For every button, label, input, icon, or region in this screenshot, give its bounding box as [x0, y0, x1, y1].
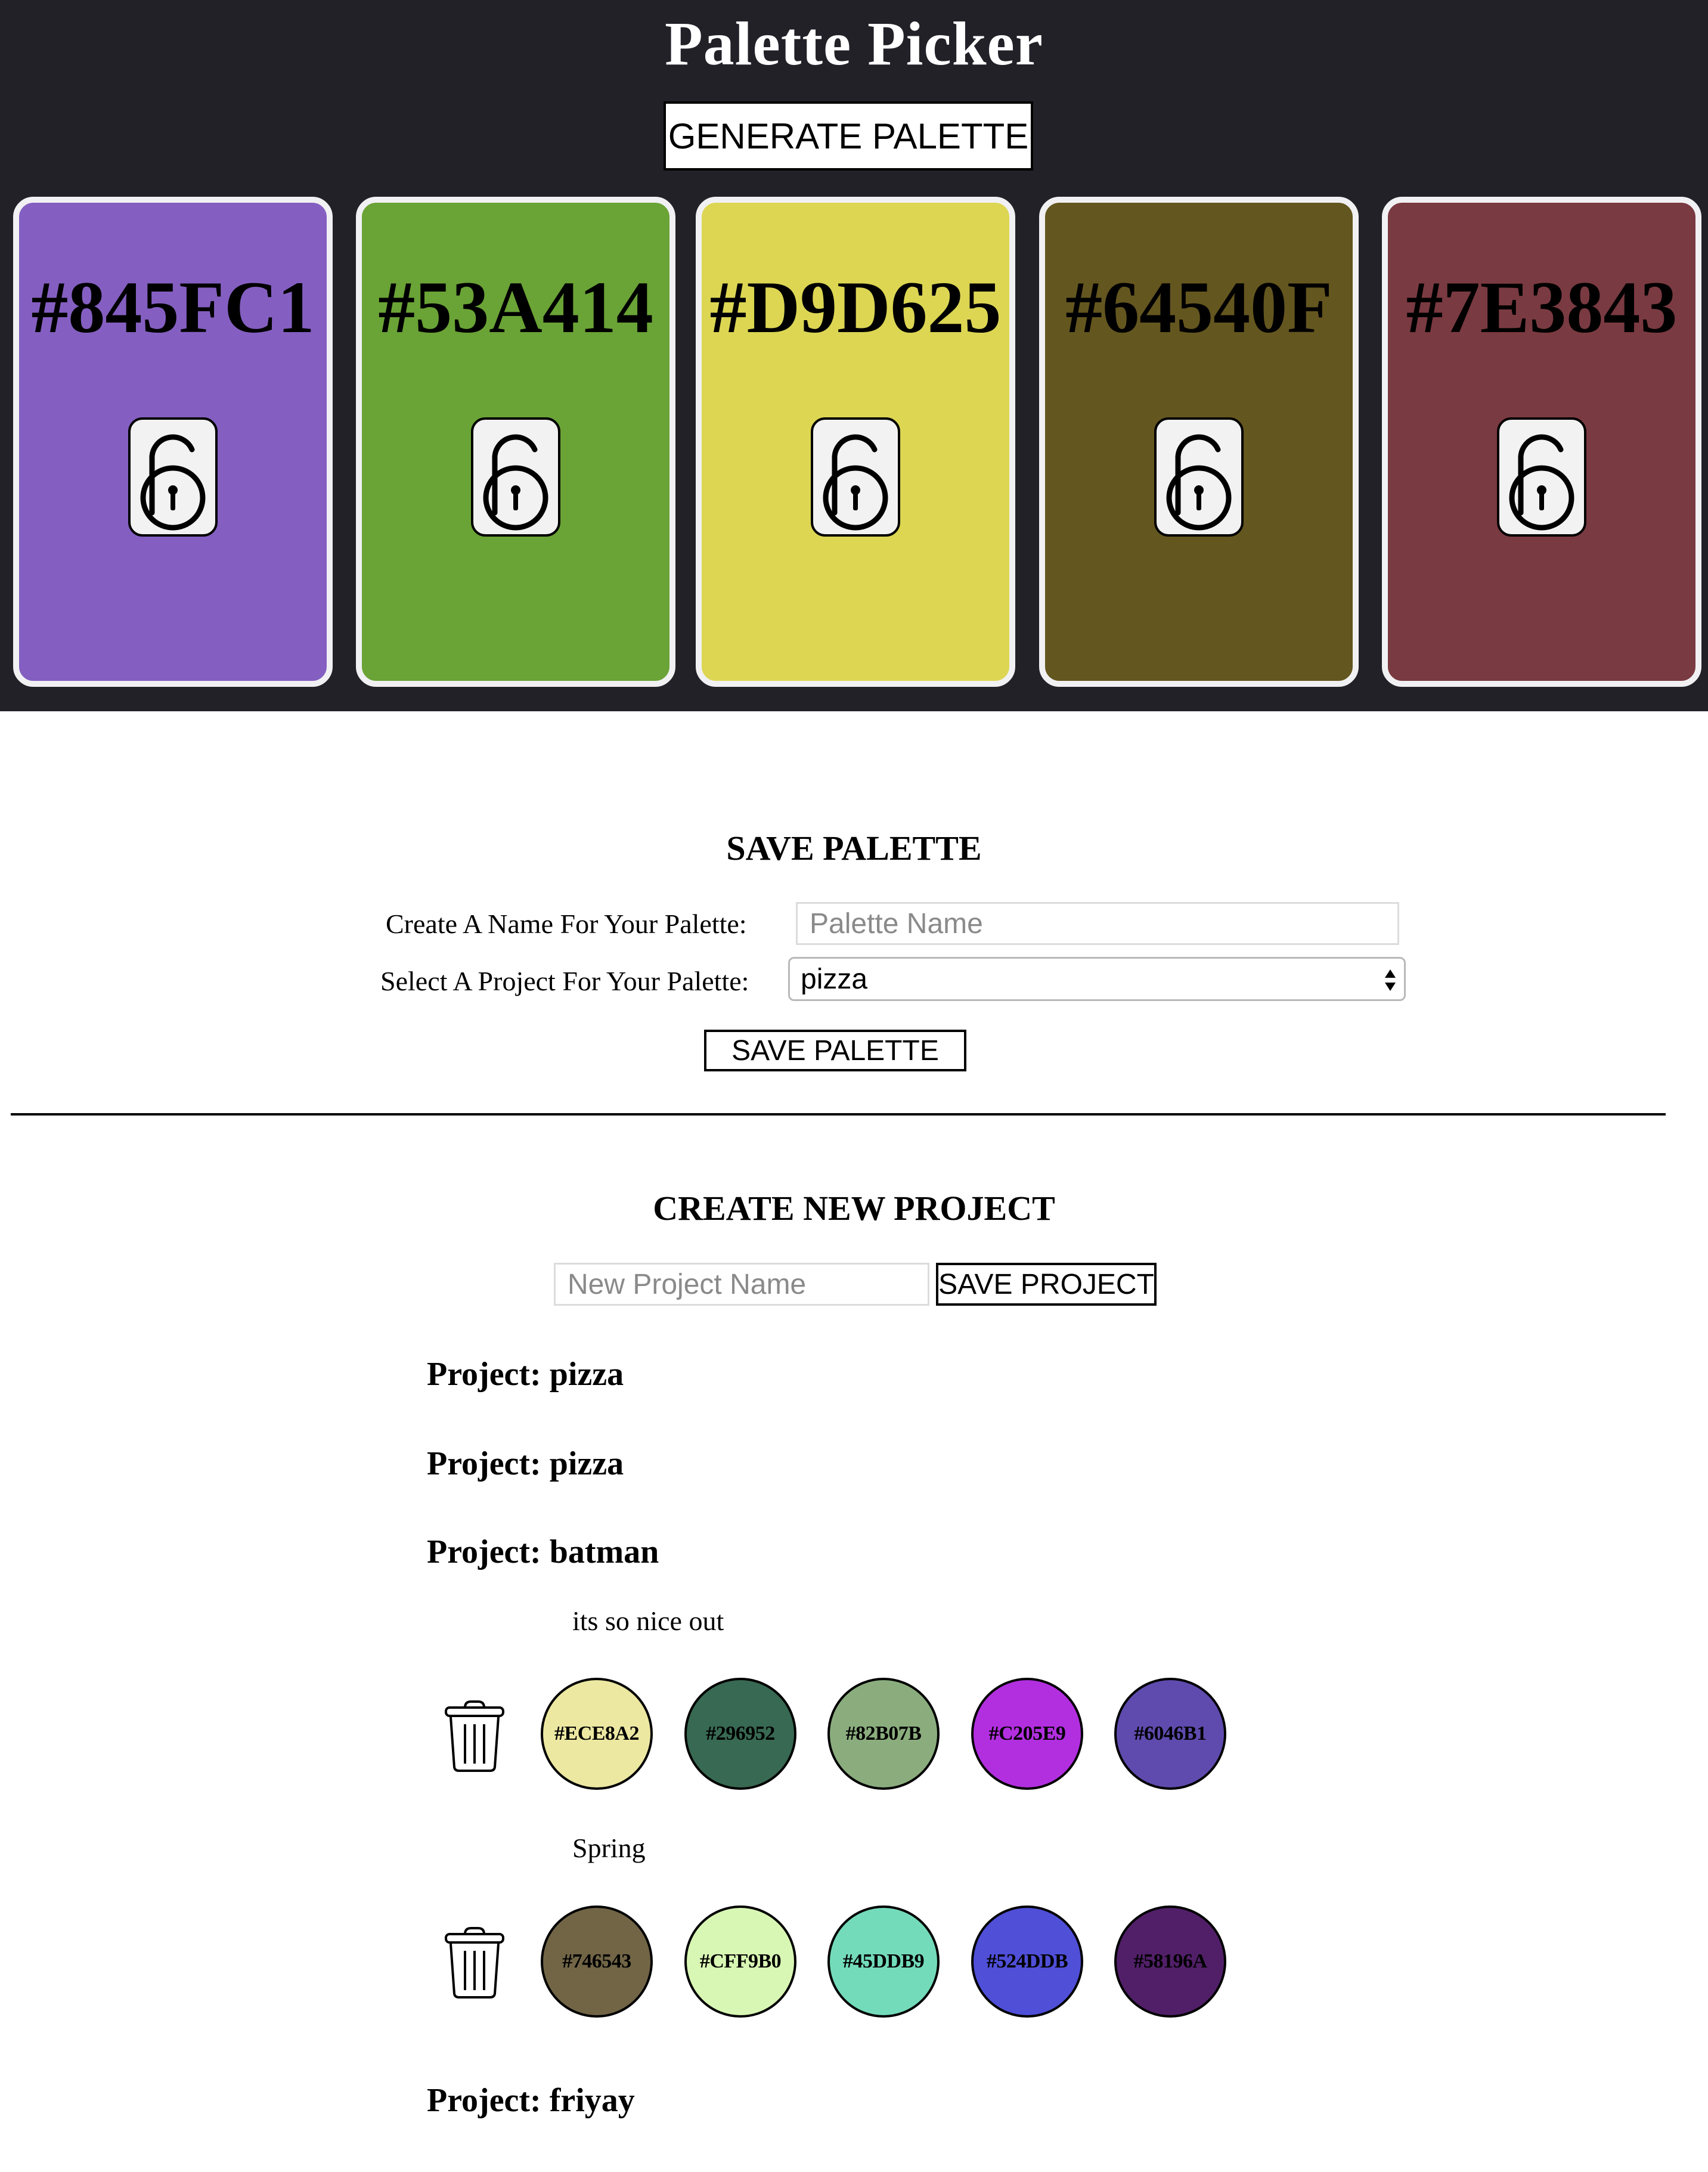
unlocked-lock-icon[interactable] — [811, 417, 900, 537]
palette-swatch: #746543 — [541, 1905, 653, 2018]
project-select-label: Select A Project For Your Palette: — [380, 966, 749, 996]
palette-name-label: Create A Name For Your Palette: — [386, 909, 747, 939]
app-title: Palette Picker — [665, 10, 1043, 78]
color-card: #7E3843 — [1382, 197, 1701, 687]
create-project-heading: CREATE NEW PROJECT — [653, 1189, 1055, 1228]
unlocked-lock-icon[interactable] — [1154, 417, 1244, 537]
palette-swatch: #524DDB — [971, 1905, 1083, 2018]
section-divider — [11, 1113, 1666, 1116]
palette-name: Spring — [572, 1833, 646, 1863]
card-hex-label: #64540F — [1065, 267, 1332, 348]
select-arrows-icon — [1385, 969, 1396, 991]
color-card: #53A414 — [356, 197, 675, 687]
project-title: Project: pizza — [427, 1356, 624, 1393]
save-palette-heading: SAVE PALETTE — [726, 829, 982, 867]
unlocked-lock-icon[interactable] — [1497, 417, 1586, 537]
card-hex-label: #845FC1 — [31, 267, 315, 348]
project-name-input[interactable] — [554, 1263, 929, 1306]
card-hex-label: #53A414 — [378, 267, 653, 348]
unlocked-lock-icon[interactable] — [471, 417, 560, 537]
palette-swatch: #ECE8A2 — [541, 1678, 653, 1790]
trash-icon[interactable] — [444, 1699, 506, 1773]
project-select[interactable]: pizza — [788, 957, 1406, 1001]
palette-swatch: #C205E9 — [971, 1678, 1083, 1790]
palette-swatch: #6046B1 — [1114, 1678, 1226, 1790]
palette-swatch: #CFF9B0 — [684, 1905, 796, 2018]
palette-swatch: #296952 — [684, 1678, 796, 1790]
palette-name: its so nice out — [572, 1606, 724, 1636]
project-title: Project: pizza — [427, 1445, 624, 1482]
project-title: Project: batman — [427, 1533, 659, 1570]
palette-swatch: #82B07B — [827, 1678, 940, 1790]
palette-swatch: #58196A — [1114, 1905, 1226, 2018]
unlocked-lock-icon[interactable] — [128, 417, 218, 537]
palette-swatch: #45DDB9 — [827, 1905, 940, 2018]
palette-name-input[interactable] — [796, 902, 1399, 945]
trash-icon[interactable] — [444, 1926, 506, 2000]
color-card: #845FC1 — [13, 197, 333, 687]
save-palette-button[interactable]: SAVE PALETTE — [704, 1030, 966, 1071]
card-hex-label: #7E3843 — [1406, 267, 1678, 348]
card-hex-label: #D9D625 — [709, 267, 1002, 348]
project-select-value: pizza — [801, 963, 868, 995]
generate-palette-button[interactable]: GENERATE PALETTE — [664, 101, 1033, 171]
color-card: #64540F — [1039, 197, 1359, 687]
project-title: Project: friyay — [427, 2082, 635, 2119]
color-card: #D9D625 — [696, 197, 1015, 687]
header: Palette Picker GENERATE PALETTE #845FC1 … — [0, 0, 1708, 711]
save-project-button[interactable]: SAVE PROJECT — [936, 1263, 1157, 1306]
